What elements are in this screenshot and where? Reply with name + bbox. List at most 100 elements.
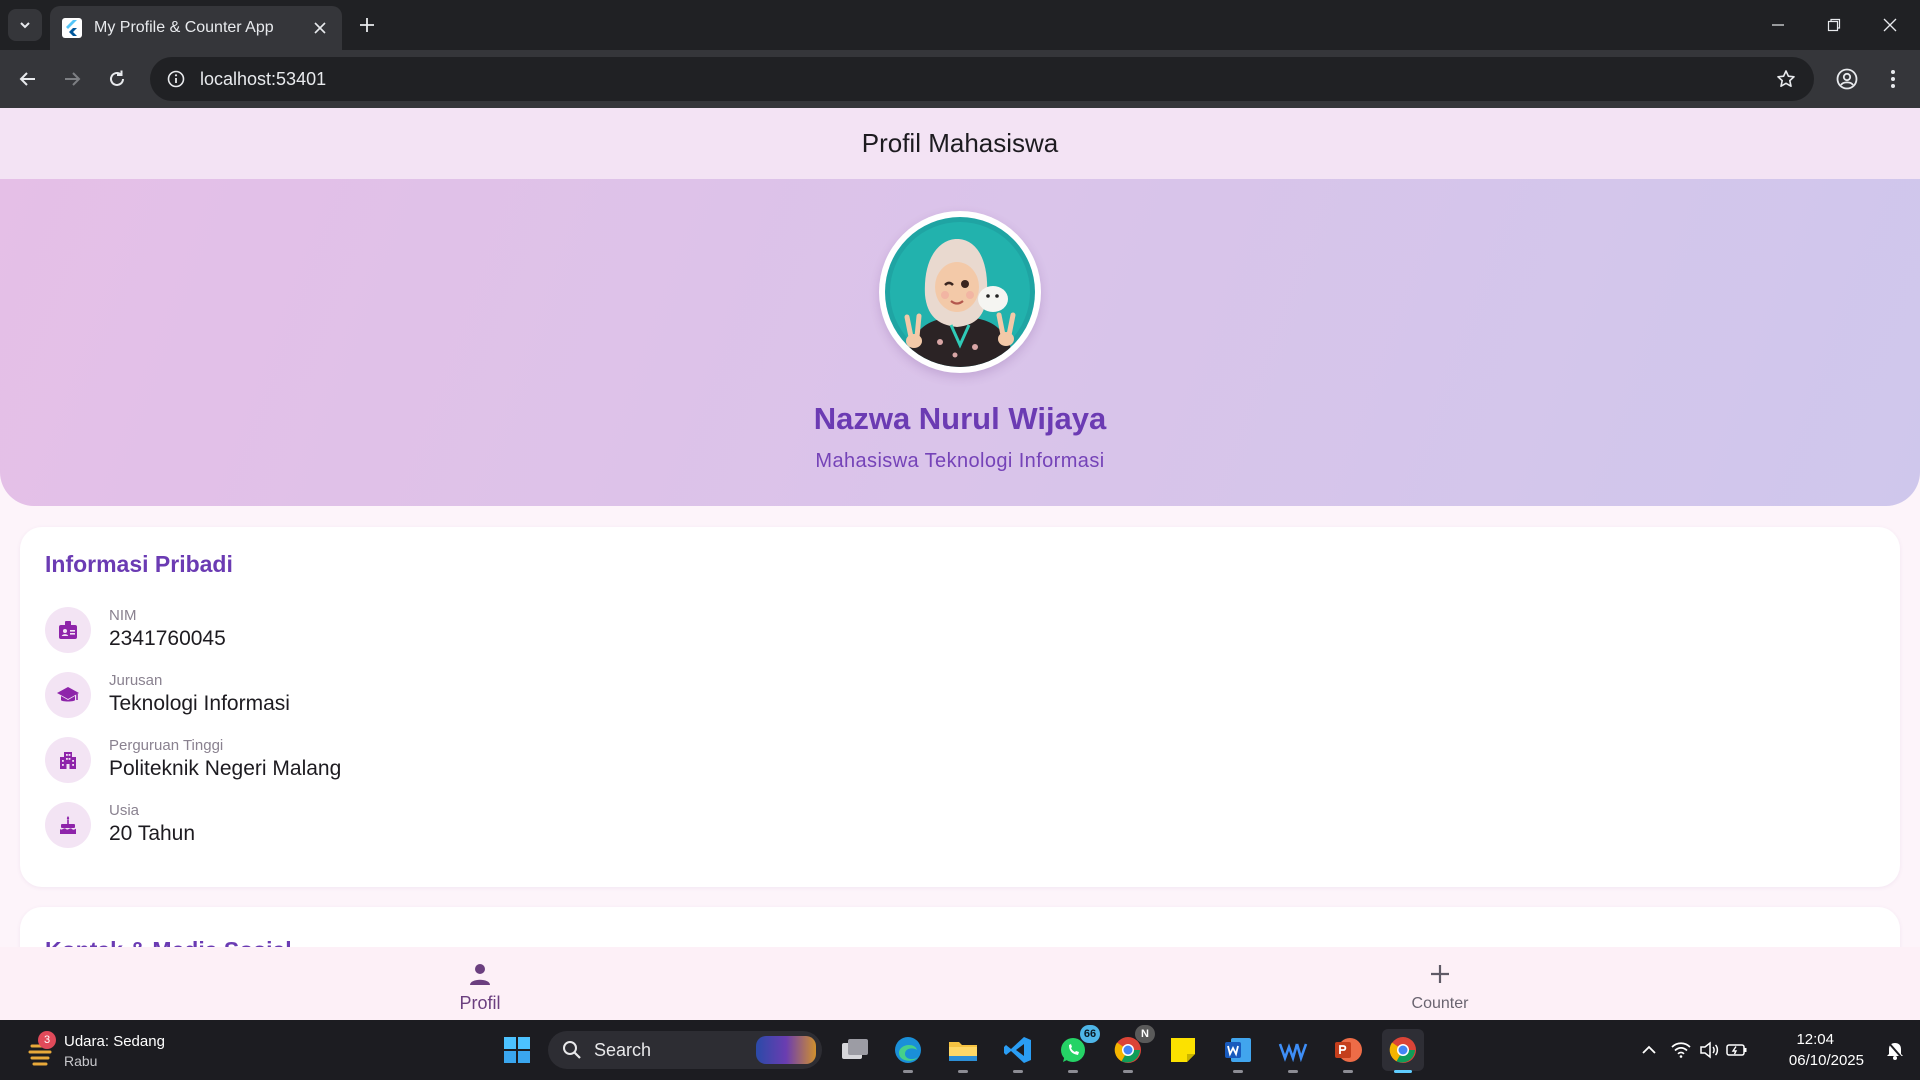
weather-subtitle: Rabu [64,1053,98,1069]
taskbar-whatsapp[interactable]: 66 [1052,1025,1100,1073]
clock-time: 12:04 [1796,1031,1834,1048]
taskbar-file-explorer[interactable] [942,1029,984,1073]
profile-role: Mahasiswa Teknologi Informasi [815,450,1105,472]
account-circle-icon [1836,68,1858,90]
notifications-button[interactable] [1884,1039,1906,1061]
restore-button[interactable] [1806,0,1862,50]
plus-icon [360,18,374,32]
network-button[interactable] [1670,1039,1692,1061]
bookmark-button[interactable] [1770,63,1802,95]
personal-info-card: Informasi Pribadi NIM 2341760045 Jurusan… [20,527,1900,887]
person-icon [465,959,495,989]
info-value: 2341760045 [109,627,226,650]
word-icon [1225,1038,1251,1062]
back-button[interactable] [12,63,44,95]
taskbar-chrome-profile[interactable]: N [1107,1025,1155,1073]
flutter-icon [62,18,82,38]
chrome-icon [1389,1037,1416,1063]
volume-button[interactable] [1698,1039,1720,1061]
taskbar-search[interactable]: Search [548,1031,822,1069]
plus-icon [1425,959,1455,989]
clock-date[interactable]: 06/10/2025 [1789,1052,1864,1069]
task-view-button[interactable] [834,1029,876,1071]
forward-button[interactable] [56,63,88,95]
nav-item-counter[interactable]: Counter [1380,947,1500,1020]
battery-charging-icon [1726,1044,1747,1056]
tab-title: My Profile & Counter App [94,19,274,36]
tab-search-button[interactable] [8,9,42,41]
battery-button[interactable] [1726,1039,1748,1061]
nav-item-profil[interactable]: Profil [420,947,540,1020]
minimize-button[interactable] [1750,0,1806,50]
url-text: localhost:53401 [200,68,327,89]
chevron-up-icon [1642,1045,1656,1054]
taskbar-sticky-notes[interactable] [1162,1029,1204,1071]
minimize-icon [1772,24,1784,26]
browser-tab[interactable]: My Profile & Counter App [50,6,342,50]
bell-icon [1887,1041,1903,1060]
info-label: Perguruan Tinggi [109,737,224,754]
vscode-icon [1004,1037,1031,1063]
folder-icon [949,1042,977,1061]
info-row-perguruan-tinggi: Perguruan Tinggi Politeknik Negeri Malan… [45,735,845,785]
chevron-down-icon [20,22,30,29]
arrow-right-icon [65,72,81,86]
search-label: Search [594,1039,652,1060]
notification-badge: 66 [1080,1025,1100,1043]
weather-widget[interactable]: 3 Udara: Sedang Rabu [24,1028,184,1072]
waves-icon [1278,1043,1308,1062]
profile-badge: N [1135,1025,1155,1043]
arrow-left-icon [19,72,35,86]
close-window-button[interactable] [1862,0,1918,50]
badge-icon [45,607,91,653]
nav-label: Profil [459,993,501,1013]
profile-button[interactable] [1831,63,1863,95]
tab-close-button[interactable] [306,14,334,42]
taskbar-wavesaudio[interactable] [1272,1029,1314,1073]
info-row-usia: Usia 20 Tahun [45,800,845,850]
info-value: Politeknik Negeri Malang [109,757,342,780]
notification-badge: 3 [38,1031,56,1049]
star-icon [1777,70,1795,87]
show-hidden-icons-button[interactable] [1638,1039,1660,1061]
restore-icon [1827,18,1841,32]
system-tray: 12:04 06/10/2025 [1630,1020,1920,1080]
start-button[interactable] [496,1029,538,1071]
page-title: Profil Mahasiswa [861,128,1059,158]
app-viewport: Profil Mahasiswa Nazwa Nurul Wijaya Maha… [0,108,1920,1020]
info-label: Usia [109,802,140,819]
menu-button[interactable] [1877,63,1909,95]
address-bar[interactable]: localhost:53401 [150,57,1814,101]
info-label: Jurusan [109,672,163,689]
reload-button[interactable] [101,63,133,95]
weather-title: Udara: Sedang [64,1033,165,1050]
info-value: Teknologi Informasi [109,692,290,715]
avatar-frame [879,211,1041,373]
app-bar: Profil Mahasiswa [0,108,1920,179]
profile-header: Nazwa Nurul Wijaya Mahasiswa Teknologi I… [0,179,1920,506]
info-icon [167,70,185,88]
windows-logo-icon [504,1037,530,1063]
search-highlight-image [756,1036,816,1064]
close-icon [1883,18,1897,32]
building-icon [45,737,91,783]
sticky-notes-icon [1171,1038,1195,1062]
school-icon [45,672,91,718]
site-info-button[interactable] [162,65,190,93]
search-icon [563,1041,581,1059]
taskbar-edge[interactable] [887,1029,929,1073]
taskbar-powerpoint[interactable] [1327,1029,1369,1073]
info-row-nim: NIM 2341760045 [45,605,845,655]
new-tab-button[interactable] [352,10,382,40]
taskbar-word[interactable] [1217,1029,1259,1073]
info-row-jurusan: Jurusan Teknologi Informasi [45,670,845,720]
close-icon [314,22,326,34]
profile-name: Nazwa Nurul Wijaya [813,401,1107,436]
avatar-illustration [885,217,1035,367]
info-value: 20 Tahun [109,822,196,845]
taskbar-vscode[interactable] [997,1029,1039,1073]
powerpoint-icon [1335,1038,1362,1062]
volume-icon [1700,1041,1719,1059]
taskbar-chrome[interactable] [1382,1029,1424,1073]
windows-taskbar: 3 Udara: Sedang Rabu Search 66 N 12:04 0… [0,1020,1920,1080]
